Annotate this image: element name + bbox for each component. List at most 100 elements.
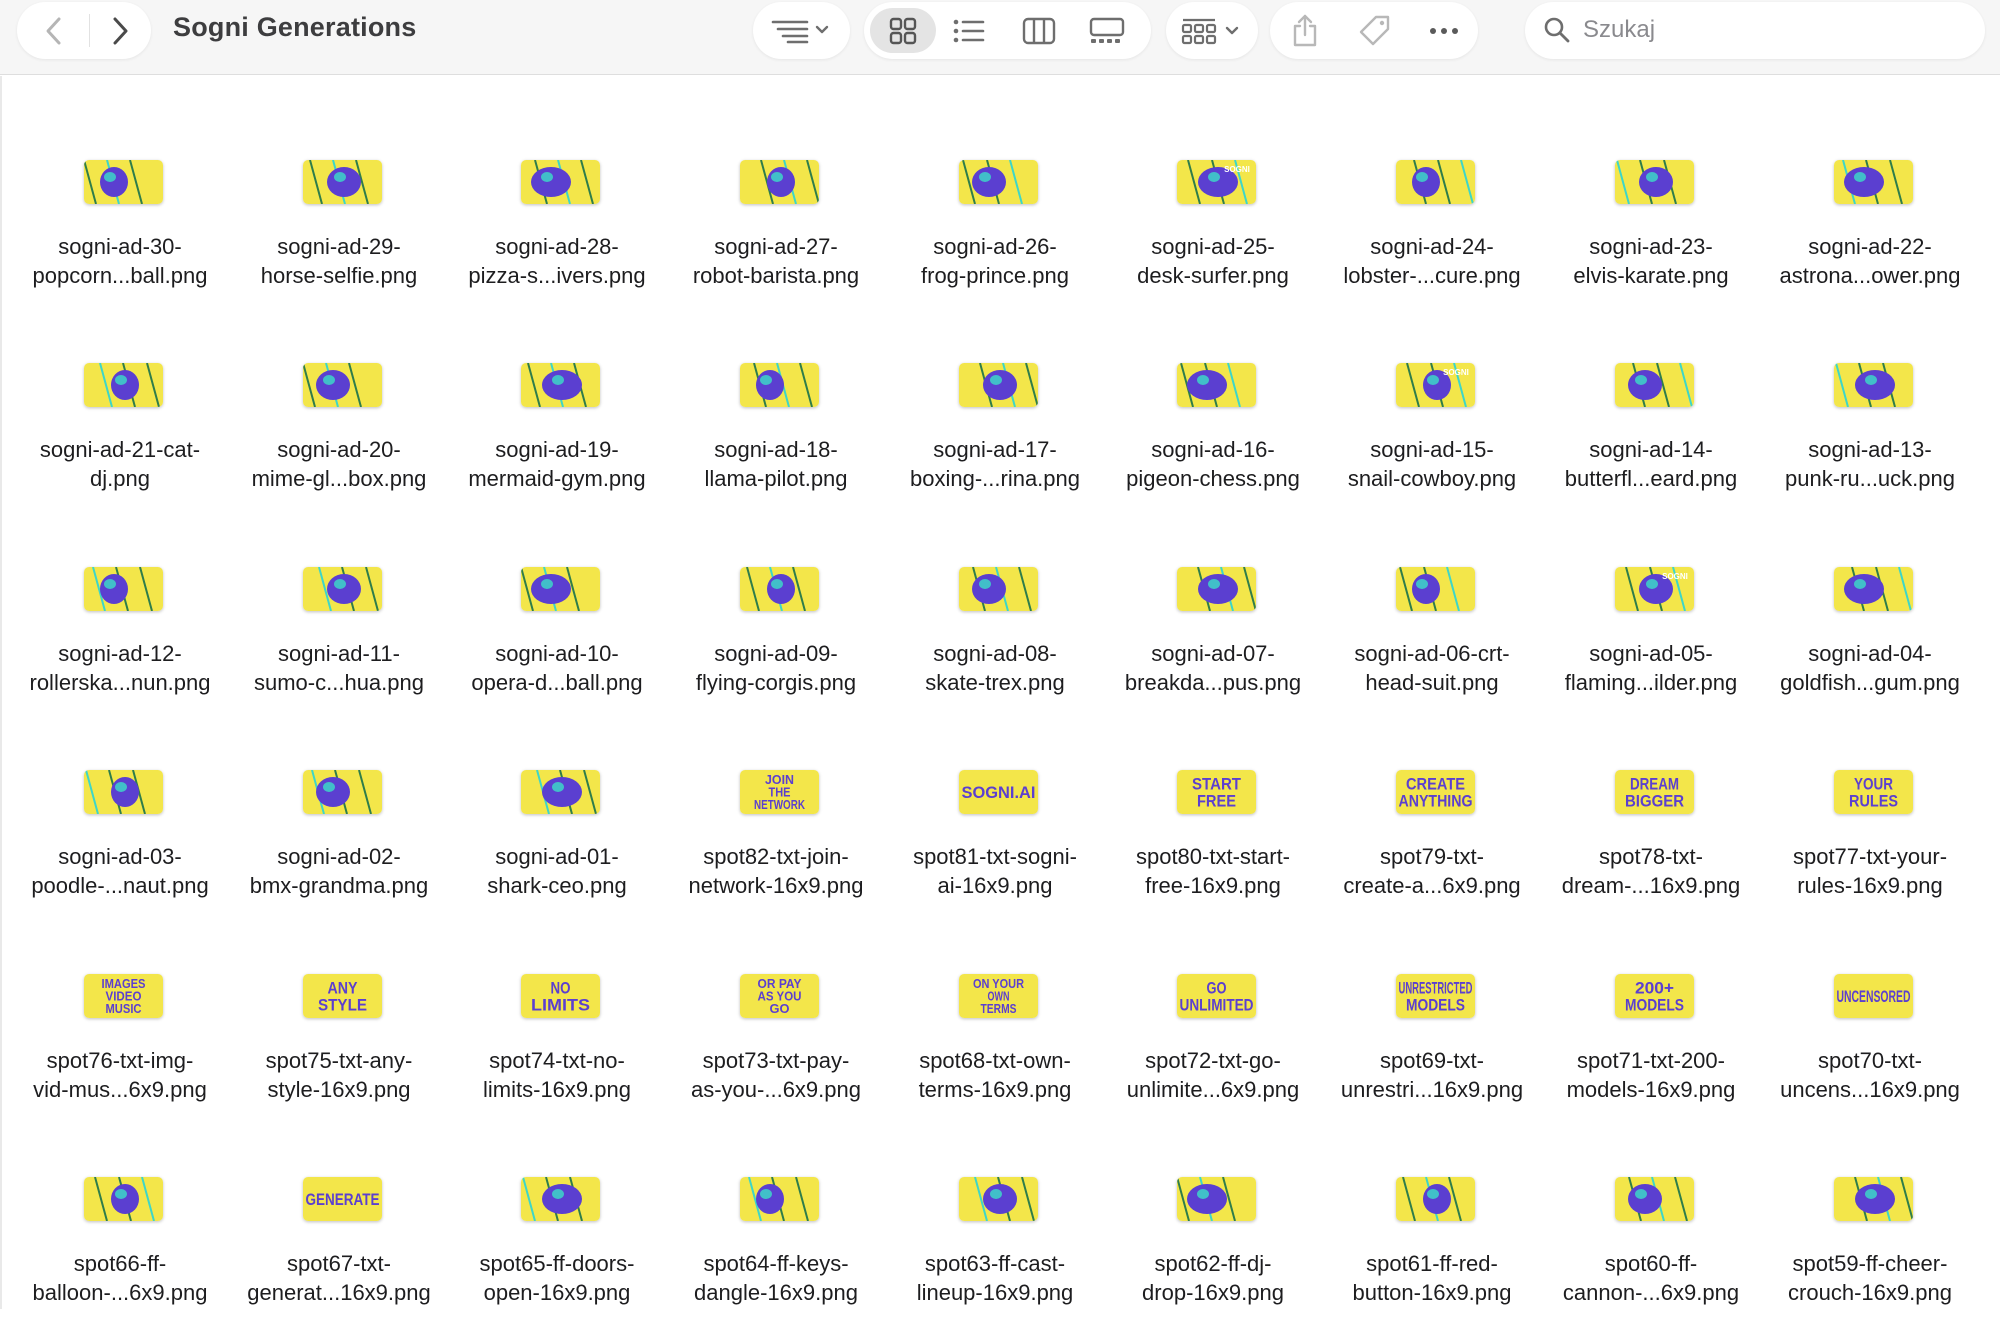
- file-thumbnail[interactable]: GO UNLIMITED: [1177, 974, 1256, 1018]
- file-thumbnail[interactable]: ANY STYLE: [303, 974, 382, 1018]
- file-thumbnail[interactable]: [303, 567, 382, 611]
- file-thumbnail[interactable]: START FREE: [1177, 770, 1256, 814]
- file-thumbnail[interactable]: OR PAY AS YOU GO: [740, 974, 819, 1018]
- file-thumbnail[interactable]: JOIN THE NETWORK: [740, 770, 819, 814]
- file-thumbnail[interactable]: [84, 160, 163, 204]
- file-thumbnail[interactable]: [1834, 567, 1913, 611]
- file-thumbnail[interactable]: [1615, 363, 1694, 407]
- file-thumbnail[interactable]: [521, 567, 600, 611]
- file-item[interactable]: sogni-ad-23- elvis-karate.png: [1546, 116, 1756, 306]
- file-item[interactable]: sogni-ad-21-cat-dj.png: [15, 319, 225, 509]
- file-item[interactable]: sogni-ad-04- goldfish...gum.png: [1765, 523, 1975, 713]
- file-thumbnail[interactable]: [1177, 567, 1256, 611]
- file-thumbnail[interactable]: [84, 567, 163, 611]
- file-thumbnail[interactable]: UNCENSORED: [1834, 974, 1913, 1018]
- file-item[interactable]: sogni-ad-01- shark-ceo.png: [452, 726, 662, 916]
- file-item[interactable]: sogni-ad-20- mime-gl...box.png: [234, 319, 444, 509]
- file-item[interactable]: spot64-ff-keys-dangle-16x9.png: [671, 1133, 881, 1323]
- file-item[interactable]: spot59-ff-cheer-crouch-16x9.png: [1765, 1133, 1975, 1323]
- file-thumbnail[interactable]: [1834, 363, 1913, 407]
- file-item[interactable]: sogni-ad-07- breakda...pus.png: [1108, 523, 1318, 713]
- file-item[interactable]: spot61-ff-red-button-16x9.png: [1327, 1133, 1537, 1323]
- file-item[interactable]: CREATE ANYTHING spot79-txt-create-a...6x9.…: [1327, 726, 1537, 916]
- file-thumbnail[interactable]: SOGNI: [1396, 363, 1475, 407]
- file-thumbnail[interactable]: [521, 160, 600, 204]
- file-thumbnail[interactable]: [303, 160, 382, 204]
- more-button[interactable]: [1410, 2, 1478, 59]
- file-item[interactable]: sogni-ad-24- lobster-...cure.png: [1327, 116, 1537, 306]
- file-thumbnail[interactable]: [959, 363, 1038, 407]
- file-item[interactable]: SOGNI.AI spot81-txt-sogni-ai-16x9.png: [890, 726, 1100, 916]
- file-item[interactable]: sogni-ad-16- pigeon-chess.png: [1108, 319, 1318, 509]
- file-thumbnail[interactable]: [740, 160, 819, 204]
- file-item[interactable]: SOGNI sogni-ad-25- desk-surfer.png: [1108, 116, 1318, 306]
- file-item[interactable]: SOGNI sogni-ad-15- snail-cowboy.png: [1327, 319, 1537, 509]
- file-item[interactable]: sogni-ad-09- flying-corgis.png: [671, 523, 881, 713]
- file-thumbnail[interactable]: YOUR RULES: [1834, 770, 1913, 814]
- file-thumbnail[interactable]: DREAM BIGGER: [1615, 770, 1694, 814]
- grid-view-button[interactable]: [870, 2, 936, 59]
- file-item[interactable]: sogni-ad-12- rollerska...nun.png: [15, 523, 225, 713]
- file-thumbnail[interactable]: [303, 770, 382, 814]
- file-item[interactable]: sogni-ad-02- bmx-grandma.png: [234, 726, 444, 916]
- file-item[interactable]: NO LIMITS spot74-txt-no-limits-16x9.png: [452, 930, 662, 1120]
- file-item[interactable]: sogni-ad-30- popcorn...ball.png: [15, 116, 225, 306]
- file-thumbnail[interactable]: CREATE ANYTHING: [1396, 770, 1475, 814]
- file-thumbnail[interactable]: IMAGES VIDEO MUSIC: [84, 974, 163, 1018]
- file-thumbnail[interactable]: [84, 770, 163, 814]
- file-item[interactable]: ON YOUR OWN TERMS spot68-txt-own-terms-16x9…: [890, 930, 1100, 1120]
- file-item[interactable]: sogni-ad-11- sumo-c...hua.png: [234, 523, 444, 713]
- file-item[interactable]: YOUR RULES spot77-txt-your-rules-16x9.png: [1765, 726, 1975, 916]
- file-thumbnail[interactable]: SOGNI.AI: [959, 770, 1038, 814]
- file-thumbnail[interactable]: [1834, 160, 1913, 204]
- file-item[interactable]: START FREE spot80-txt-start-free-16x9.png: [1108, 726, 1318, 916]
- file-item[interactable]: sogni-ad-18- llama-pilot.png: [671, 319, 881, 509]
- file-item[interactable]: spot66-ff-balloon-...6x9.png: [15, 1133, 225, 1323]
- file-item[interactable]: sogni-ad-06-crt-head-suit.png: [1327, 523, 1537, 713]
- file-thumbnail[interactable]: [1396, 567, 1475, 611]
- file-item[interactable]: spot63-ff-cast-lineup-16x9.png: [890, 1133, 1100, 1323]
- file-item[interactable]: sogni-ad-27- robot-barista.png: [671, 116, 881, 306]
- file-thumbnail[interactable]: [1396, 160, 1475, 204]
- group-by-button[interactable]: [1166, 2, 1258, 59]
- file-item[interactable]: sogni-ad-28- pizza-s...ivers.png: [452, 116, 662, 306]
- file-item[interactable]: SOGNI sogni-ad-05- flaming...ilder.png: [1546, 523, 1756, 713]
- file-item[interactable]: sogni-ad-10- opera-d...ball.png: [452, 523, 662, 713]
- file-item[interactable]: JOIN THE NETWORK spot82-txt-join-network-16…: [671, 726, 881, 916]
- file-thumbnail[interactable]: [303, 363, 382, 407]
- file-item[interactable]: sogni-ad-22- astrona...ower.png: [1765, 116, 1975, 306]
- tag-button[interactable]: [1340, 2, 1410, 59]
- file-item[interactable]: sogni-ad-13- punk-ru...uck.png: [1765, 319, 1975, 509]
- file-item[interactable]: OR PAY AS YOU GO spot73-txt-pay-as-you-...6…: [671, 930, 881, 1120]
- file-item[interactable]: sogni-ad-17- boxing-...rina.png: [890, 319, 1100, 509]
- file-thumbnail[interactable]: [521, 770, 600, 814]
- file-item[interactable]: ANY STYLE spot75-txt-any-style-16x9.png: [234, 930, 444, 1120]
- file-item[interactable]: spot60-ff-cannon-...6x9.png: [1546, 1133, 1756, 1323]
- file-thumbnail[interactable]: [1396, 1177, 1475, 1221]
- file-item[interactable]: spot62-ff-dj-drop-16x9.png: [1108, 1133, 1318, 1323]
- file-thumbnail[interactable]: [1177, 1177, 1256, 1221]
- file-thumbnail[interactable]: [521, 363, 600, 407]
- search-field[interactable]: Szukaj: [1525, 2, 1985, 59]
- file-item[interactable]: spot65-ff-doors-open-16x9.png: [452, 1133, 662, 1323]
- file-thumbnail[interactable]: [959, 567, 1038, 611]
- file-thumbnail[interactable]: ON YOUR OWN TERMS: [959, 974, 1038, 1018]
- file-item[interactable]: sogni-ad-03- poodle-...naut.png: [15, 726, 225, 916]
- file-item[interactable]: DREAM BIGGER spot78-txt-dream-...16x9.png: [1546, 726, 1756, 916]
- file-item[interactable]: GO UNLIMITED spot72-txt-go-unlimite...6x9.…: [1108, 930, 1318, 1120]
- file-thumbnail[interactable]: [959, 1177, 1038, 1221]
- file-thumbnail[interactable]: [1615, 1177, 1694, 1221]
- file-item[interactable]: GENERATE spot67-txt-generat...16x9.png: [234, 1133, 444, 1323]
- file-thumbnail[interactable]: SOGNI: [1177, 160, 1256, 204]
- file-thumbnail[interactable]: 200+ MODELS: [1615, 974, 1694, 1018]
- file-thumbnail[interactable]: GENERATE: [303, 1177, 382, 1221]
- back-button[interactable]: [17, 2, 89, 59]
- share-button[interactable]: [1270, 2, 1340, 59]
- gallery-view-button[interactable]: [1072, 2, 1142, 59]
- file-thumbnail[interactable]: [1834, 1177, 1913, 1221]
- file-thumbnail[interactable]: [740, 1177, 819, 1221]
- file-item[interactable]: sogni-ad-26- frog-prince.png: [890, 116, 1100, 306]
- file-thumbnail[interactable]: SOGNI: [1615, 567, 1694, 611]
- file-thumbnail[interactable]: [959, 160, 1038, 204]
- file-thumbnail[interactable]: [521, 1177, 600, 1221]
